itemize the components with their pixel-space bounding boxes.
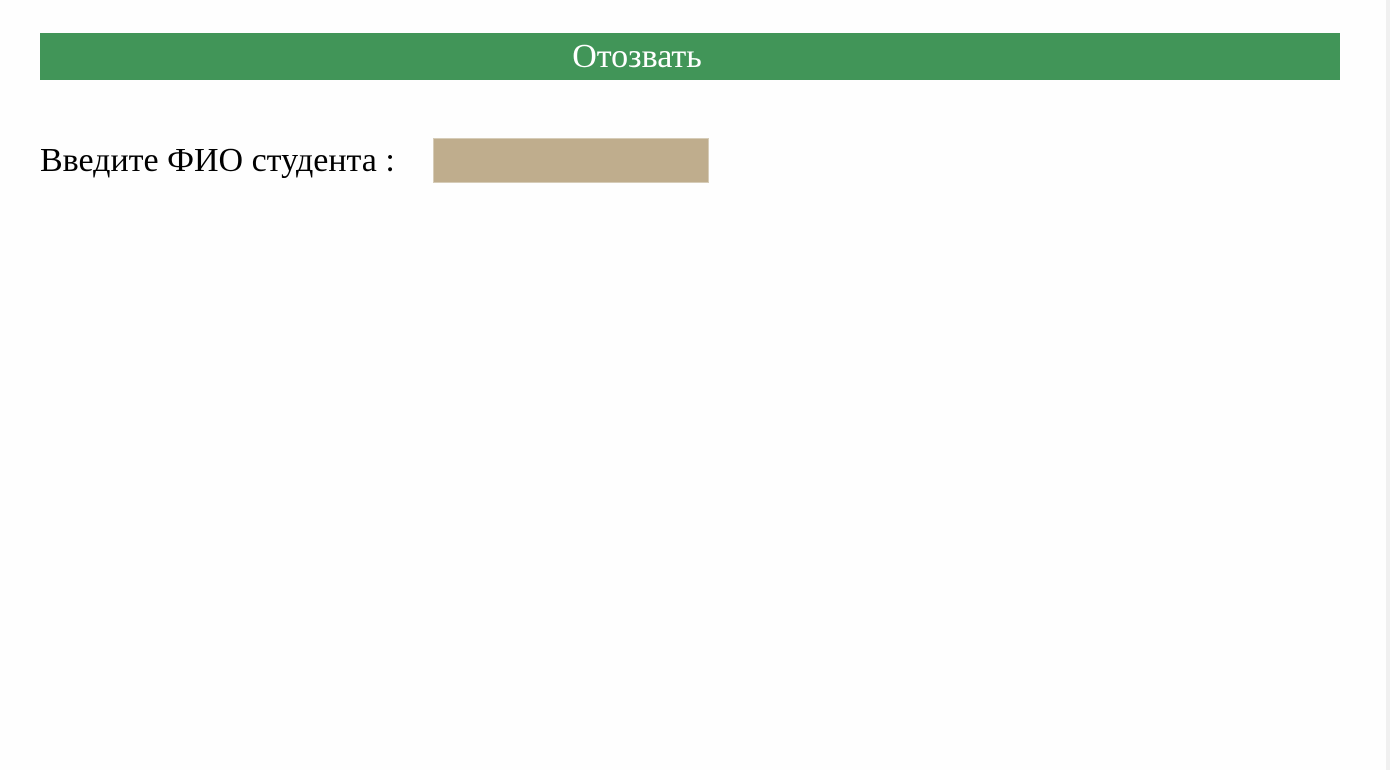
scrollbar-track[interactable] bbox=[1386, 0, 1390, 770]
revoke-button[interactable]: Отозвать bbox=[40, 33, 1340, 80]
page: Отозвать Введите ФИО студента : bbox=[0, 0, 1390, 770]
student-name-input[interactable] bbox=[433, 138, 709, 183]
revoke-button-label: Отозвать bbox=[572, 38, 702, 75]
student-name-label: Введите ФИО студента : bbox=[40, 142, 395, 179]
student-name-row: Введите ФИО студента : bbox=[40, 138, 709, 183]
